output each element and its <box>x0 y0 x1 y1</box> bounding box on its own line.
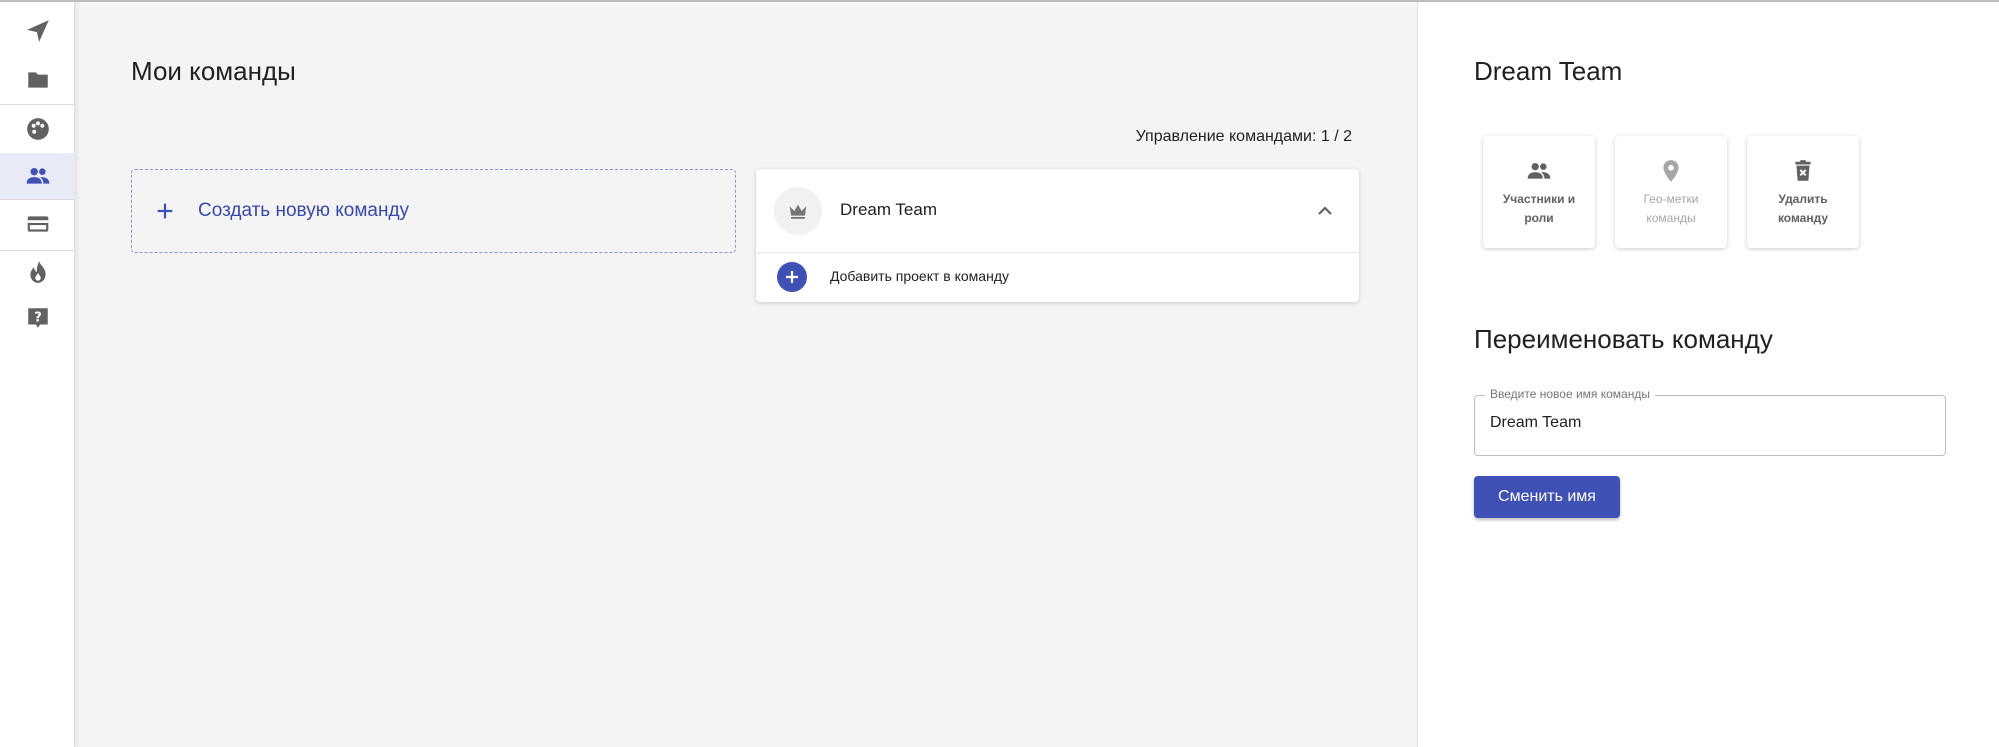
geo-tags-label: Гео-метки команды <box>1643 192 1699 225</box>
add-project-button[interactable]: Добавить проект в команду <box>756 253 1359 301</box>
crown-icon <box>789 204 807 219</box>
rename-section-title: Переименовать команду <box>1474 324 1773 354</box>
rename-field: Введите новое имя команды <box>1474 387 1946 456</box>
chevron-up-icon[interactable] <box>1313 199 1337 223</box>
panel-team-title: Dream Team <box>1474 56 1623 86</box>
team-avatar <box>774 187 822 235</box>
sidebar: ? <box>0 0 75 747</box>
members-roles-button[interactable]: Участники и роли <box>1483 136 1595 248</box>
team-card: Dream Team Добавить проект в команду <box>756 169 1359 302</box>
sidebar-divider <box>0 199 75 200</box>
location-pin-icon <box>1663 160 1679 182</box>
folder-icon <box>27 72 48 88</box>
sidebar-item-flame[interactable] <box>0 249 75 295</box>
palette-icon <box>26 118 49 140</box>
help-icon: ? <box>27 308 48 328</box>
group-icon <box>1527 162 1551 179</box>
sidebar-item-help[interactable]: ? <box>0 295 75 341</box>
flame-icon <box>29 261 46 283</box>
top-border <box>0 0 1999 2</box>
sidebar-item-send[interactable] <box>0 8 75 54</box>
plus-icon <box>157 203 173 219</box>
trash-icon <box>1795 160 1811 181</box>
add-circle-icon <box>777 262 807 292</box>
create-team-button[interactable]: Создать новую команду <box>131 169 736 253</box>
sidebar-divider <box>0 104 75 105</box>
page-title: Мои команды <box>131 56 296 86</box>
main-content: Мои команды Управление командами: 1 / 2 … <box>75 0 1417 747</box>
team-name-input[interactable] <box>1490 414 1930 432</box>
members-roles-label: Участники и роли <box>1502 192 1576 225</box>
rename-field-label: Введите новое имя команды <box>1485 387 1655 401</box>
card-icon <box>27 216 48 232</box>
team-details-panel: Dream Team Участники и роли Гео-метки ко… <box>1417 0 1999 747</box>
team-management-count: Управление командами: 1 / 2 <box>1135 128 1352 145</box>
geo-tags-button[interactable]: Гео-метки команды <box>1615 136 1727 248</box>
team-name: Dream Team <box>840 200 937 219</box>
create-team-label: Создать новую команду <box>198 200 410 221</box>
sidebar-item-teams[interactable] <box>0 153 75 199</box>
team-card-header[interactable]: Dream Team <box>756 169 1359 253</box>
group-icon <box>26 167 49 184</box>
sidebar-item-folder[interactable] <box>0 57 75 103</box>
sidebar-item-billing[interactable] <box>0 201 75 247</box>
add-project-label: Добавить проект в команду <box>830 268 1009 284</box>
delete-team-label: Удалить команду <box>1777 192 1829 225</box>
send-icon <box>26 20 49 42</box>
delete-team-button[interactable]: Удалить команду <box>1747 136 1859 248</box>
rename-button[interactable]: Сменить имя <box>1474 476 1620 518</box>
svg-text:?: ? <box>34 310 42 325</box>
sidebar-item-palette[interactable] <box>0 106 75 152</box>
